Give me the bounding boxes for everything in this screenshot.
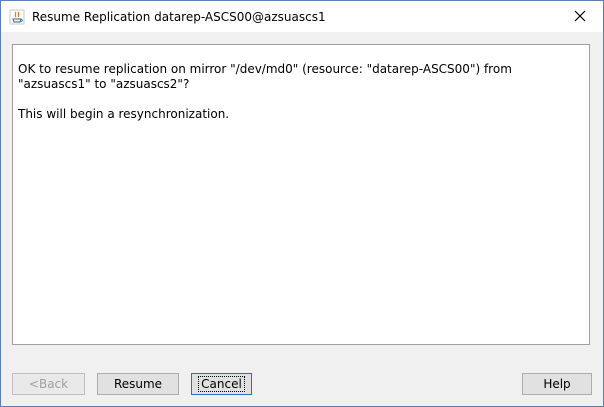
message-line-1: OK to resume replication on mirror "/dev… <box>18 62 512 76</box>
message-line-3: This will begin a resynchronization. <box>18 107 230 121</box>
message-line-2: "azsuascs1" to "azsuascs2"? <box>18 77 190 91</box>
cancel-button-label: Cancel <box>198 376 245 392</box>
resume-button[interactable]: Resume <box>97 373 179 395</box>
java-app-icon <box>9 9 25 25</box>
window-title: Resume Replication datarep-ASCS00@azsuas… <box>32 10 326 24</box>
dialog-content: OK to resume replication on mirror "/dev… <box>1 32 603 406</box>
title-bar[interactable]: Resume Replication datarep-ASCS00@azsuas… <box>1 1 603 32</box>
dialog-window: Resume Replication datarep-ASCS00@azsuas… <box>0 0 604 407</box>
back-button[interactable]: <Back <box>12 373 85 395</box>
close-icon <box>574 7 586 26</box>
message-panel: OK to resume replication on mirror "/dev… <box>12 44 590 345</box>
cancel-button[interactable]: Cancel <box>191 373 252 395</box>
help-button[interactable]: Help <box>522 373 592 395</box>
close-button[interactable] <box>557 1 603 32</box>
